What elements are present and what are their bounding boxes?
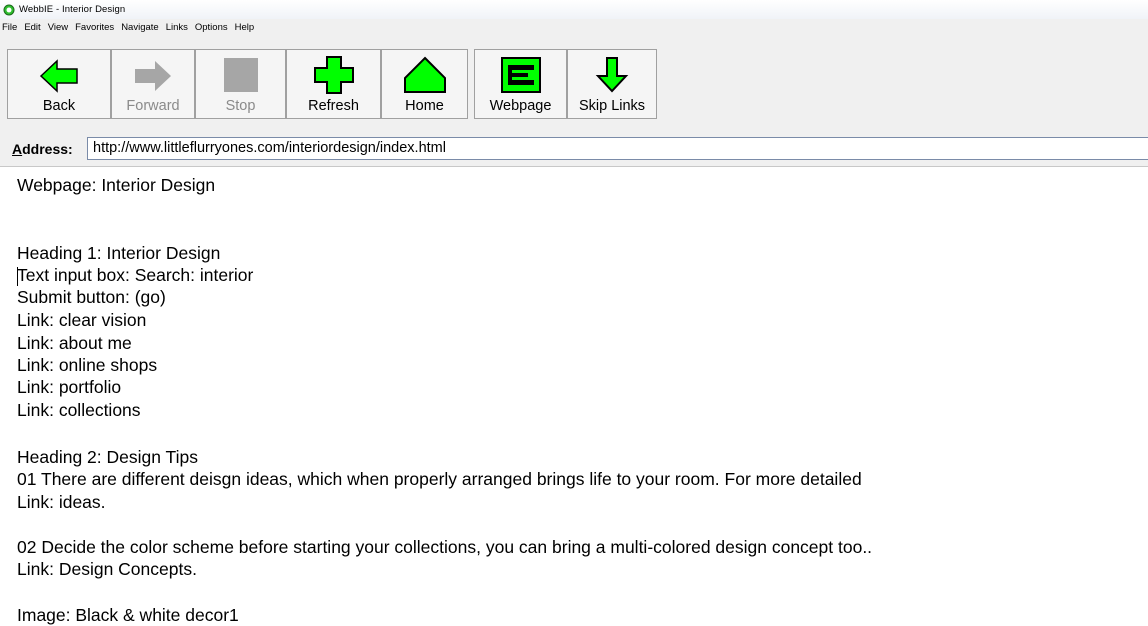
- menu-navigate[interactable]: Navigate: [121, 22, 159, 33]
- refresh-button[interactable]: Refresh: [286, 49, 381, 119]
- link-clear-vision[interactable]: Link: clear vision: [17, 310, 146, 331]
- link-online-shops[interactable]: Link: online shops: [17, 355, 157, 376]
- heading-1-line: Heading 1: Interior Design: [17, 243, 221, 263]
- stop-button[interactable]: Stop: [195, 49, 286, 119]
- menu-bar: File Edit View Favorites Navigate Links …: [0, 19, 1148, 35]
- menu-options[interactable]: Options: [195, 22, 228, 33]
- webpage-button[interactable]: Webpage: [474, 49, 567, 119]
- home-label: Home: [405, 98, 444, 114]
- page-text-view[interactable]: Webpage: Interior Design Heading 1: Inte…: [0, 166, 1148, 626]
- address-label: Address:: [12, 141, 73, 157]
- link-collections[interactable]: Link: collections: [17, 400, 141, 421]
- heading-2-line: Heading 2: Design Tips: [17, 447, 198, 467]
- menu-help[interactable]: Help: [235, 22, 255, 33]
- image-line: Image: Black & white decor1: [17, 605, 239, 625]
- forward-button[interactable]: Forward: [111, 49, 195, 119]
- skip-links-arrow-icon: [595, 57, 629, 93]
- webpage-icon: [500, 57, 541, 93]
- home-icon: [403, 56, 446, 93]
- home-button[interactable]: Home: [381, 49, 468, 119]
- refresh-label: Refresh: [308, 98, 359, 114]
- tip-01-text: 01 There are different deisgn ideas, whi…: [17, 469, 862, 489]
- address-input[interactable]: http://www.littleflurryones.com/interior…: [87, 137, 1148, 160]
- back-arrow-icon: [39, 59, 78, 93]
- toolbar: Back Forward Stop Refresh Home Webpage S…: [0, 35, 1148, 132]
- link-ideas[interactable]: Link: ideas.: [17, 492, 106, 513]
- search-input-line[interactable]: Text input box: Search: interior: [17, 265, 253, 286]
- link-about-me[interactable]: Link: about me: [17, 333, 132, 354]
- menu-edit[interactable]: Edit: [24, 22, 40, 33]
- menu-links[interactable]: Links: [166, 22, 188, 33]
- menu-favorites[interactable]: Favorites: [75, 22, 114, 33]
- refresh-cross-icon: [313, 56, 354, 94]
- back-label: Back: [42, 98, 76, 114]
- link-design-concepts[interactable]: Link: Design Concepts.: [17, 559, 197, 580]
- back-button[interactable]: Back: [7, 49, 111, 119]
- skip-links-label: Skip Links: [578, 98, 646, 114]
- menu-file[interactable]: File: [2, 22, 17, 33]
- forward-label: Forward: [126, 98, 180, 114]
- stop-square-icon: [223, 58, 258, 92]
- window-title: WebbIE - Interior Design: [19, 4, 126, 15]
- menu-view[interactable]: View: [48, 22, 68, 33]
- webpage-label: Webpage: [489, 98, 552, 114]
- submit-button-line[interactable]: Submit button: (go): [17, 287, 166, 308]
- link-portfolio[interactable]: Link: portfolio: [17, 377, 121, 398]
- address-bar: Address: http://www.littleflurryones.com…: [0, 132, 1148, 166]
- forward-arrow-icon: [135, 61, 171, 91]
- webpage-title-line: Webpage: Interior Design: [17, 175, 216, 195]
- skip-links-button[interactable]: Skip Links: [567, 49, 657, 119]
- app-icon: [3, 4, 15, 15]
- title-bar: WebbIE - Interior Design: [0, 0, 1148, 19]
- stop-label: Stop: [225, 98, 256, 114]
- tip-02-text: 02 Decide the color scheme before starti…: [17, 537, 873, 557]
